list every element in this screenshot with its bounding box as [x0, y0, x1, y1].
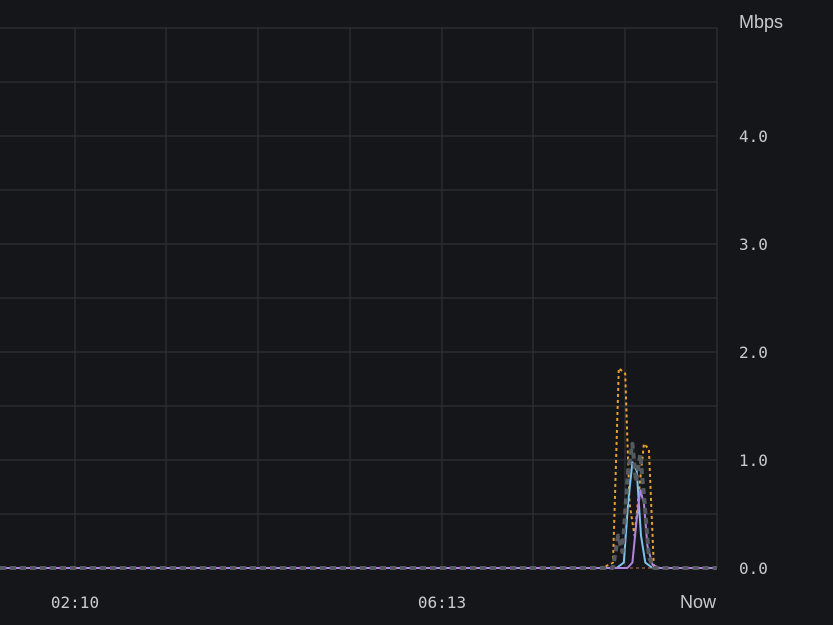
- series-line-3: [0, 489, 717, 569]
- y-tick-label: 3.0: [739, 235, 768, 254]
- y-tick-label: 0.0: [739, 559, 768, 578]
- y-tick-label: 2.0: [739, 343, 768, 362]
- x-tick-label: 06:13: [418, 593, 466, 612]
- x-tick-label: 02:10: [51, 593, 99, 612]
- y-axis-unit-label: Mbps: [739, 12, 783, 32]
- chart-grid: [0, 27, 718, 569]
- y-tick-label: 1.0: [739, 451, 768, 470]
- series-line-4: [0, 441, 717, 570]
- x-axis: 02:10 06:13 Now: [51, 592, 717, 612]
- y-axis: 0.0 1.0 2.0 3.0 4.0: [739, 127, 768, 578]
- y-tick-label: 4.0: [739, 127, 768, 146]
- x-tick-label: Now: [680, 592, 717, 612]
- series-line-2: [0, 461, 717, 569]
- network-chart: 0.0 1.0 2.0 3.0 4.0 02:10 06:13 Now Mbps: [0, 12, 783, 612]
- series-line-1: [0, 367, 717, 569]
- chart-series: [0, 367, 717, 570]
